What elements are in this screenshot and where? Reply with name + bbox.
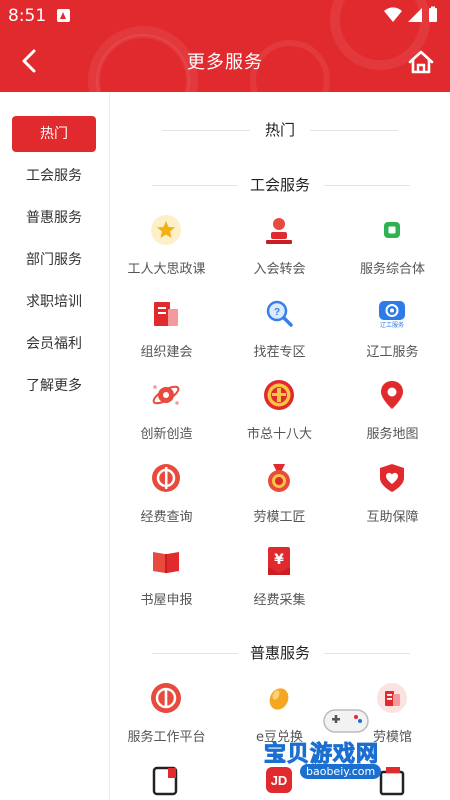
sidebar-item-benefit-service[interactable]: 普惠服务 — [12, 200, 96, 236]
yuan-collect-icon: ¥ — [268, 547, 290, 575]
sidebar-item-learn-more[interactable]: 了解更多 — [12, 368, 96, 404]
wallet-icon — [152, 766, 178, 796]
site-watermark: 宝贝游戏网 baobeiy.com — [250, 700, 430, 790]
battery-icon — [429, 8, 437, 22]
funds-query-icon — [152, 464, 180, 492]
status-bar: 8:51 — [0, 0, 450, 30]
gamepad-icon — [323, 709, 369, 733]
sidebar-item-hot[interactable]: 热门 — [12, 116, 96, 152]
sidebar-item-union-service[interactable]: 工会服务 — [12, 158, 96, 194]
status-time: 8:51 — [8, 6, 47, 26]
watermark-url: baobeiy.com — [300, 764, 382, 779]
service-content: 热门 工会服务 工人大思政课 入会转会 服务综合体 组织建会 ? 找茬专区 辽工… — [110, 92, 450, 800]
union-emblem-circle-icon — [151, 683, 181, 713]
service-item-18th-congress[interactable]: 市总十八大 — [223, 379, 336, 449]
medal-icon — [268, 464, 290, 492]
service-item-work-platform[interactable]: 服务工作平台 — [110, 682, 223, 752]
home-icon — [408, 50, 434, 74]
notification-icon — [57, 9, 70, 22]
home-button[interactable] — [400, 42, 442, 82]
union-emblem-icon — [264, 380, 294, 410]
service-item-service-complex[interactable]: 服务综合体 — [336, 214, 449, 284]
svg-text:?: ? — [274, 307, 280, 318]
svg-text:辽工服务: 辽工服务 — [380, 321, 404, 329]
organization-icon — [154, 302, 178, 326]
magnifier-icon: ? — [266, 300, 293, 327]
service-complex-icon — [384, 222, 400, 238]
svg-text:¥: ¥ — [274, 552, 284, 568]
section-title-hot: 热门 — [110, 119, 450, 141]
book-icon — [153, 552, 179, 573]
star-badge-icon — [151, 215, 181, 245]
section-title-benefit: 普惠服务 — [110, 642, 450, 664]
service-item-bookhouse-apply[interactable]: 书屋申报 — [110, 545, 223, 615]
map-pin-icon — [381, 381, 403, 409]
service-item-liaogong-service[interactable]: 辽工服务 辽工服务 — [336, 297, 449, 367]
shield-heart-icon — [380, 464, 404, 492]
sidebar-item-department-service[interactable]: 部门服务 — [12, 242, 96, 278]
service-item-innovation[interactable]: 创新创造 — [110, 379, 223, 449]
category-sidebar: 热门 工会服务 普惠服务 部门服务 求职培训 会员福利 了解更多 — [0, 92, 110, 800]
liaogong-service-icon: 辽工服务 — [379, 301, 405, 329]
nav-bar: 更多服务 — [0, 32, 450, 88]
service-item-funds-query[interactable]: 经费查询 — [110, 462, 223, 532]
page-title: 更多服务 — [187, 52, 263, 73]
sidebar-item-member-welfare[interactable]: 会员福利 — [12, 326, 96, 362]
section-title-union: 工会服务 — [110, 174, 450, 196]
status-icons — [384, 6, 437, 22]
service-item-funds-collect[interactable]: ¥ 经费采集 — [223, 545, 336, 615]
service-item-model-craftsman[interactable]: 劳模工匠 — [223, 462, 336, 532]
service-item-ideology-class[interactable]: 工人大思政课 — [110, 214, 223, 284]
app-header: 8:51 更多服务 — [0, 0, 450, 92]
service-item-member-transfer[interactable]: 入会转会 — [223, 214, 336, 284]
service-item-find-fault[interactable]: ? 找茬专区 — [223, 297, 336, 367]
innovation-icon — [152, 385, 180, 405]
service-item-wallet[interactable] — [110, 764, 223, 800]
service-item-service-map[interactable]: 服务地图 — [336, 379, 449, 449]
sidebar-item-job-training[interactable]: 求职培训 — [12, 284, 96, 320]
service-item-organization[interactable]: 组织建会 — [110, 297, 223, 367]
member-transfer-icon — [266, 218, 292, 244]
service-item-mutual-aid[interactable]: 互助保障 — [336, 462, 449, 532]
wifi-icon — [384, 7, 402, 22]
signal-icon — [408, 8, 422, 22]
